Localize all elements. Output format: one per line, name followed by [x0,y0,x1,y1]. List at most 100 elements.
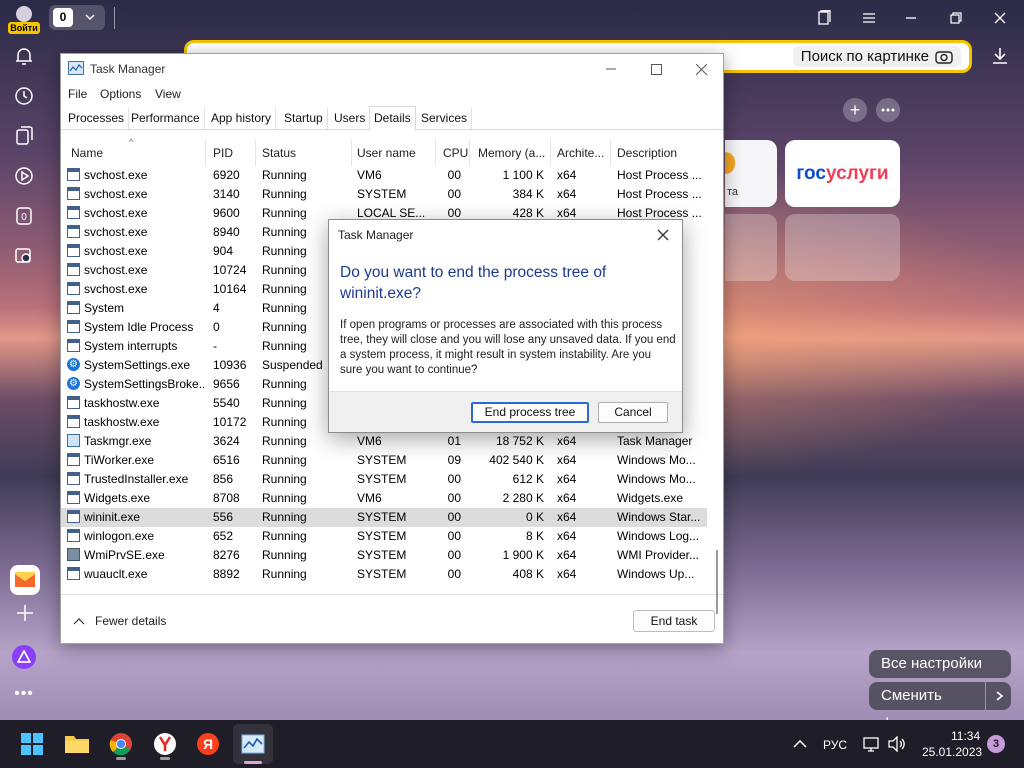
fewer-details-button[interactable]: Fewer details [73,614,166,628]
dialog-close-icon[interactable] [653,225,673,245]
tile-empty[interactable] [785,214,900,281]
tile-options-button[interactable] [876,98,900,122]
table-row[interactable]: WmiPrvSE.exe 8276 Running SYSTEM 00 1 900 K x6… [61,546,707,565]
column-header-pid[interactable]: PID [207,140,256,166]
bell-icon[interactable] [12,44,36,68]
column-header-architecture[interactable]: Archite... [552,140,611,166]
cell-cpu: 00 [447,206,461,220]
clock-date[interactable]: 25.01.2023 [922,745,982,759]
end-task-button[interactable]: End task [633,610,715,632]
minimize-icon[interactable] [899,6,923,30]
yandex-browser-icon[interactable] [149,728,181,760]
language-indicator[interactable]: РУС [823,738,847,752]
tile-partial[interactable]: та [725,140,777,207]
start-icon[interactable] [16,728,48,760]
tab-users[interactable]: Users [330,108,371,130]
tray-chevron-up-icon[interactable] [786,732,814,756]
close-icon[interactable] [988,6,1012,30]
process-icon [67,187,80,200]
table-row[interactable]: wuauclt.exe 8892 Running SYSTEM 00 408 K x64 Wi… [61,565,707,584]
column-header-status[interactable]: Status [257,140,352,166]
cell-name: svchost.exe [84,187,148,201]
cell-name: wuauclt.exe [84,567,148,581]
tile-gosuslugi[interactable]: гос услуги [785,140,900,207]
task-manager-titlebar[interactable]: Task Manager [61,54,723,84]
cancel-button[interactable]: Cancel [598,402,668,423]
cell-description: WMI Provider... [617,548,700,562]
chevron-right-icon[interactable] [985,682,1011,710]
restore-icon[interactable] [944,6,968,30]
tile-empty-left[interactable] [725,214,777,281]
table-row[interactable]: Widgets.exe 8708 Running VM6 00 2 280 K x64 Wid… [61,489,707,508]
bookmarks-icon[interactable] [812,6,836,30]
clock-time[interactable]: 11:34 [951,729,980,743]
download-icon[interactable] [990,46,1010,66]
menu-options[interactable]: Options [100,87,141,101]
network-icon[interactable] [860,732,884,756]
cell-status: Running [262,472,307,486]
change-background-button[interactable]: Сменить фон [869,682,985,732]
all-settings-button[interactable]: Все настройки [869,650,1011,678]
table-row[interactable]: Taskmgr.exe 3624 Running VM6 01 18 752 K x64 Ta… [61,432,707,451]
scrollbar[interactable] [710,170,720,614]
profile-login-button[interactable]: Войти [6,4,42,34]
column-header-memory[interactable]: Memory (a... [471,140,551,166]
file-explorer-icon[interactable] [61,728,93,760]
cell-name: svchost.exe [84,206,148,220]
minimize-button[interactable] [588,54,634,84]
tabs-zero-icon[interactable]: 0 [12,204,36,228]
tabs-counter-button[interactable]: 0 [49,5,105,30]
process-icon [67,282,80,295]
history-icon[interactable] [12,84,36,108]
column-header-user[interactable]: User name [352,140,436,166]
login-label: Войти [8,22,40,34]
table-row[interactable]: svchost.exe 3140 Running SYSTEM 00 384 K x64 Ho… [61,185,707,204]
play-icon[interactable] [12,164,36,188]
table-row[interactable]: winlogon.exe 652 Running SYSTEM 00 8 K x64 Wind… [61,527,707,546]
task-manager-taskbar-icon[interactable] [237,728,269,760]
mail-icon[interactable] [10,565,40,595]
menu-file[interactable]: File [68,87,87,101]
notification-badge[interactable]: 3 [987,735,1005,753]
cell-architecture: x64 [557,434,577,448]
volume-icon[interactable] [885,732,909,756]
table-row-selected[interactable]: wininit.exe 556 Running SYSTEM 00 0 K x64 Windo… [61,508,707,527]
cell-architecture: x64 [557,453,577,467]
menu-view[interactable]: View [155,87,181,101]
column-header-name[interactable]: ^ Name [61,137,206,166]
image-search-button[interactable]: Поиск по картинке [792,46,961,67]
tab-details[interactable]: Details [369,106,416,131]
table-row[interactable]: TiWorker.exe 6516 Running SYSTEM 09 402 540 K… [61,451,707,470]
tab-app-history[interactable]: App history [207,108,277,130]
collections-icon[interactable] [12,124,36,148]
add-tile-button[interactable]: + [843,98,867,122]
tab-processes[interactable]: Processes [64,108,130,130]
maximize-button[interactable] [633,54,679,84]
column-header-description[interactable]: Description [612,140,707,166]
screenshot-icon[interactable] [12,244,36,268]
tab-services[interactable]: Services [417,108,473,130]
cell-status: Running [262,187,307,201]
more-icon[interactable]: ••• [12,686,36,702]
column-header-cpu[interactable]: CPU [437,140,470,166]
close-button[interactable] [678,54,724,84]
tab-performance[interactable]: Performance [127,108,205,130]
cell-architecture: x64 [557,567,577,581]
yandex-icon[interactable]: Я [192,728,224,760]
cell-pid: 10936 [213,358,247,372]
cell-status: Running [262,168,307,182]
chevron-down-icon [83,9,97,25]
tab-startup[interactable]: Startup [280,108,328,130]
chrome-icon[interactable] [105,728,137,760]
scrollbar-thumb[interactable] [716,550,718,614]
table-row[interactable]: TrustedInstaller.exe 856 Running SYSTEM 00 61… [61,470,707,489]
table-row[interactable]: svchost.exe 6920 Running VM6 00 1 100 K x64 Hos… [61,166,707,185]
cell-cpu: 09 [447,453,461,467]
image-search-label: Поиск по картинке [800,48,929,65]
alice-assistant-icon[interactable] [12,645,36,669]
camera-search-icon [935,49,953,65]
end-process-tree-button[interactable]: End process tree [471,402,589,423]
add-panel-icon[interactable] [10,598,40,628]
cell-architecture: x64 [557,187,577,201]
menu-icon[interactable] [857,6,881,30]
